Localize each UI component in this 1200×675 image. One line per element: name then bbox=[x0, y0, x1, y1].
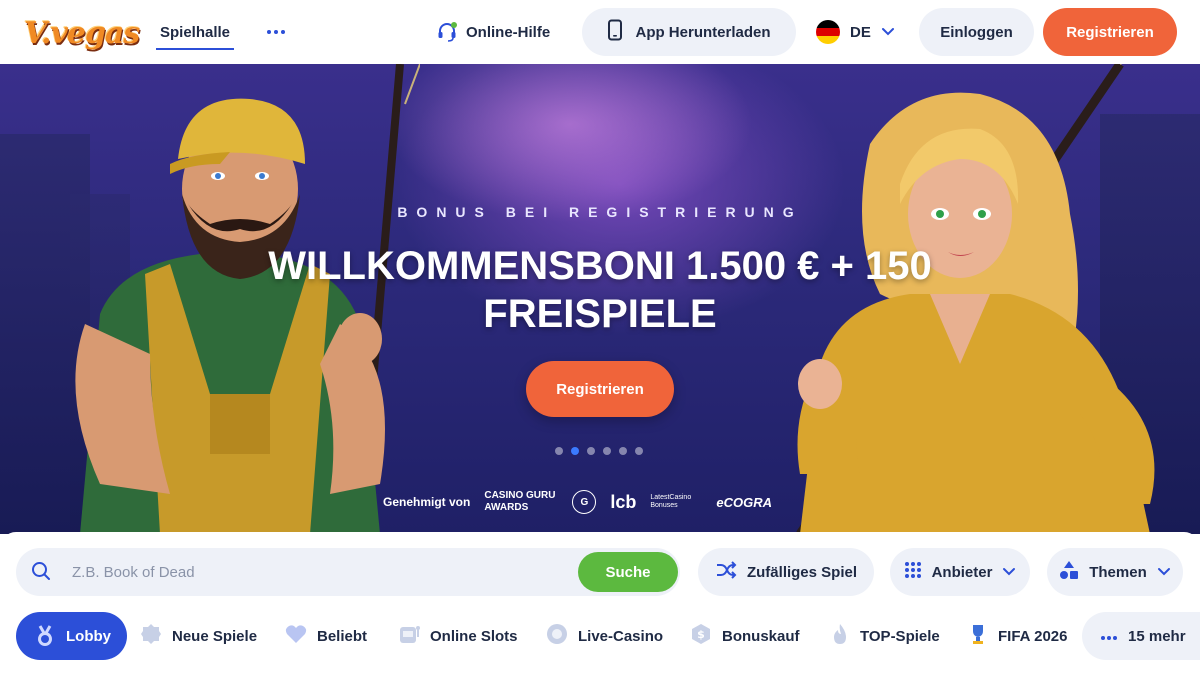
online-help-label: Online-Hilfe bbox=[466, 23, 551, 41]
app-download-button[interactable]: App Herunterladen bbox=[582, 8, 796, 56]
search-bar: Suche bbox=[16, 548, 680, 596]
slider-dot-active[interactable] bbox=[571, 447, 579, 455]
category-online-slots[interactable]: Online Slots bbox=[398, 612, 518, 660]
category-bonus-buy[interactable]: $ Bonuskauf bbox=[690, 612, 800, 660]
search-input[interactable] bbox=[72, 560, 552, 584]
login-button[interactable]: Einloggen bbox=[919, 8, 1034, 56]
game-filter-panel: Suche Zufälliges Spiel Anbieter Themen L… bbox=[0, 532, 1200, 675]
hero-content: BONUS BEI REGISTRIERUNG WILLKOMMENSBONI … bbox=[0, 64, 1200, 534]
slider-dot[interactable] bbox=[603, 447, 611, 455]
lcb-logo: lcb bbox=[610, 491, 637, 512]
hero-banner: BONUS BEI REGISTRIERUNG WILLKOMMENSBONI … bbox=[0, 64, 1200, 534]
top-header: V.vegas Spielhalle Online-Hilfe App Heru… bbox=[0, 0, 1200, 64]
provider-dropdown[interactable]: Anbieter bbox=[890, 548, 1030, 596]
category-label: Bonuskauf bbox=[722, 627, 800, 645]
slider-dot[interactable] bbox=[555, 447, 563, 455]
dollar-coin-icon: $ bbox=[690, 623, 712, 649]
approval-badges: Genehmigt von CASINO GURU AWARDS G lcb L… bbox=[383, 488, 772, 516]
slot-machine-icon bbox=[398, 623, 420, 649]
grid-dots-icon bbox=[904, 561, 922, 583]
flame-icon bbox=[830, 623, 850, 649]
heart-icon bbox=[285, 624, 307, 648]
german-flag-icon bbox=[816, 20, 840, 44]
category-label: FIFA 2026 bbox=[998, 627, 1068, 645]
provider-label: Anbieter bbox=[931, 563, 993, 581]
category-new-games[interactable]: Neue Spiele bbox=[140, 612, 257, 660]
shapes-icon bbox=[1059, 560, 1079, 584]
medal-icon bbox=[34, 625, 56, 647]
dot-icon bbox=[281, 30, 285, 34]
category-label: Beliebt bbox=[317, 627, 368, 645]
category-fifa-2026[interactable]: FIFA 2026 bbox=[968, 612, 1067, 660]
approved-by-label: Genehmigt von bbox=[383, 495, 471, 509]
shuffle-icon bbox=[715, 561, 737, 583]
ellipsis-icon bbox=[1100, 628, 1118, 645]
trophy-icon bbox=[968, 623, 988, 649]
app-download-label: App Herunterladen bbox=[635, 23, 771, 41]
random-game-button[interactable]: Zufälliges Spiel bbox=[698, 548, 874, 596]
smartphone-icon bbox=[607, 19, 623, 45]
category-label: Online Slots bbox=[430, 627, 518, 645]
more-categories-label: 15 mehr bbox=[1128, 627, 1186, 645]
live-dot-icon bbox=[546, 623, 568, 649]
register-button[interactable]: Registrieren bbox=[1043, 8, 1177, 56]
themes-dropdown[interactable]: Themen bbox=[1047, 548, 1183, 596]
random-game-label: Zufälliges Spiel bbox=[746, 563, 858, 581]
language-selector[interactable]: DE bbox=[816, 16, 895, 48]
tab-spielhalle[interactable]: Spielhalle bbox=[156, 16, 235, 50]
dot-icon bbox=[274, 30, 278, 34]
slider-dot[interactable] bbox=[619, 447, 627, 455]
themes-label: Themen bbox=[1089, 563, 1147, 581]
headset-icon bbox=[436, 21, 458, 43]
hero-register-button[interactable]: Registrieren bbox=[526, 361, 674, 417]
more-categories-button[interactable]: 15 mehr bbox=[1082, 612, 1200, 660]
latest-casino-bonuses-logo: LatestCasino Bonuses bbox=[650, 494, 692, 509]
slider-dot[interactable] bbox=[587, 447, 595, 455]
category-top-games[interactable]: TOP-Spiele bbox=[830, 612, 940, 660]
category-lobby[interactable]: Lobby bbox=[16, 612, 127, 660]
slider-dot[interactable] bbox=[635, 447, 643, 455]
svg-text:$: $ bbox=[697, 628, 705, 641]
search-button[interactable]: Suche bbox=[578, 552, 678, 592]
search-icon bbox=[30, 560, 52, 582]
category-label: TOP-Spiele bbox=[860, 627, 940, 645]
casino-guru-seal-icon: G bbox=[572, 490, 597, 514]
online-help-link[interactable]: Online-Hilfe bbox=[436, 16, 550, 48]
casino-guru-awards-logo: CASINO GURU AWARDS bbox=[484, 490, 556, 513]
new-badge-icon bbox=[140, 623, 162, 649]
category-label: Lobby bbox=[66, 627, 111, 645]
ecogra-logo: eCOGRA bbox=[716, 494, 772, 510]
hero-headline: WILLKOMMENSBONI 1.500 € + 150 FREISPIELE bbox=[268, 244, 932, 336]
more-menu-button[interactable] bbox=[262, 20, 290, 44]
hero-eyebrow: BONUS BEI REGISTRIERUNG bbox=[397, 204, 803, 220]
category-label: Neue Spiele bbox=[172, 627, 258, 645]
language-code: DE bbox=[850, 23, 871, 41]
dot-icon bbox=[267, 30, 271, 34]
chevron-down-icon bbox=[1002, 564, 1016, 581]
slider-dots bbox=[555, 447, 643, 455]
category-popular[interactable]: Beliebt bbox=[285, 612, 367, 660]
category-live-casino[interactable]: Live-Casino bbox=[546, 612, 663, 660]
brand-logo[interactable]: V.vegas bbox=[24, 8, 144, 58]
chevron-down-icon bbox=[1157, 564, 1171, 581]
category-label: Live-Casino bbox=[578, 627, 664, 645]
chevron-down-icon bbox=[881, 24, 895, 41]
category-bar: Lobby Neue Spiele Beliebt Online Slots L bbox=[0, 612, 1200, 664]
